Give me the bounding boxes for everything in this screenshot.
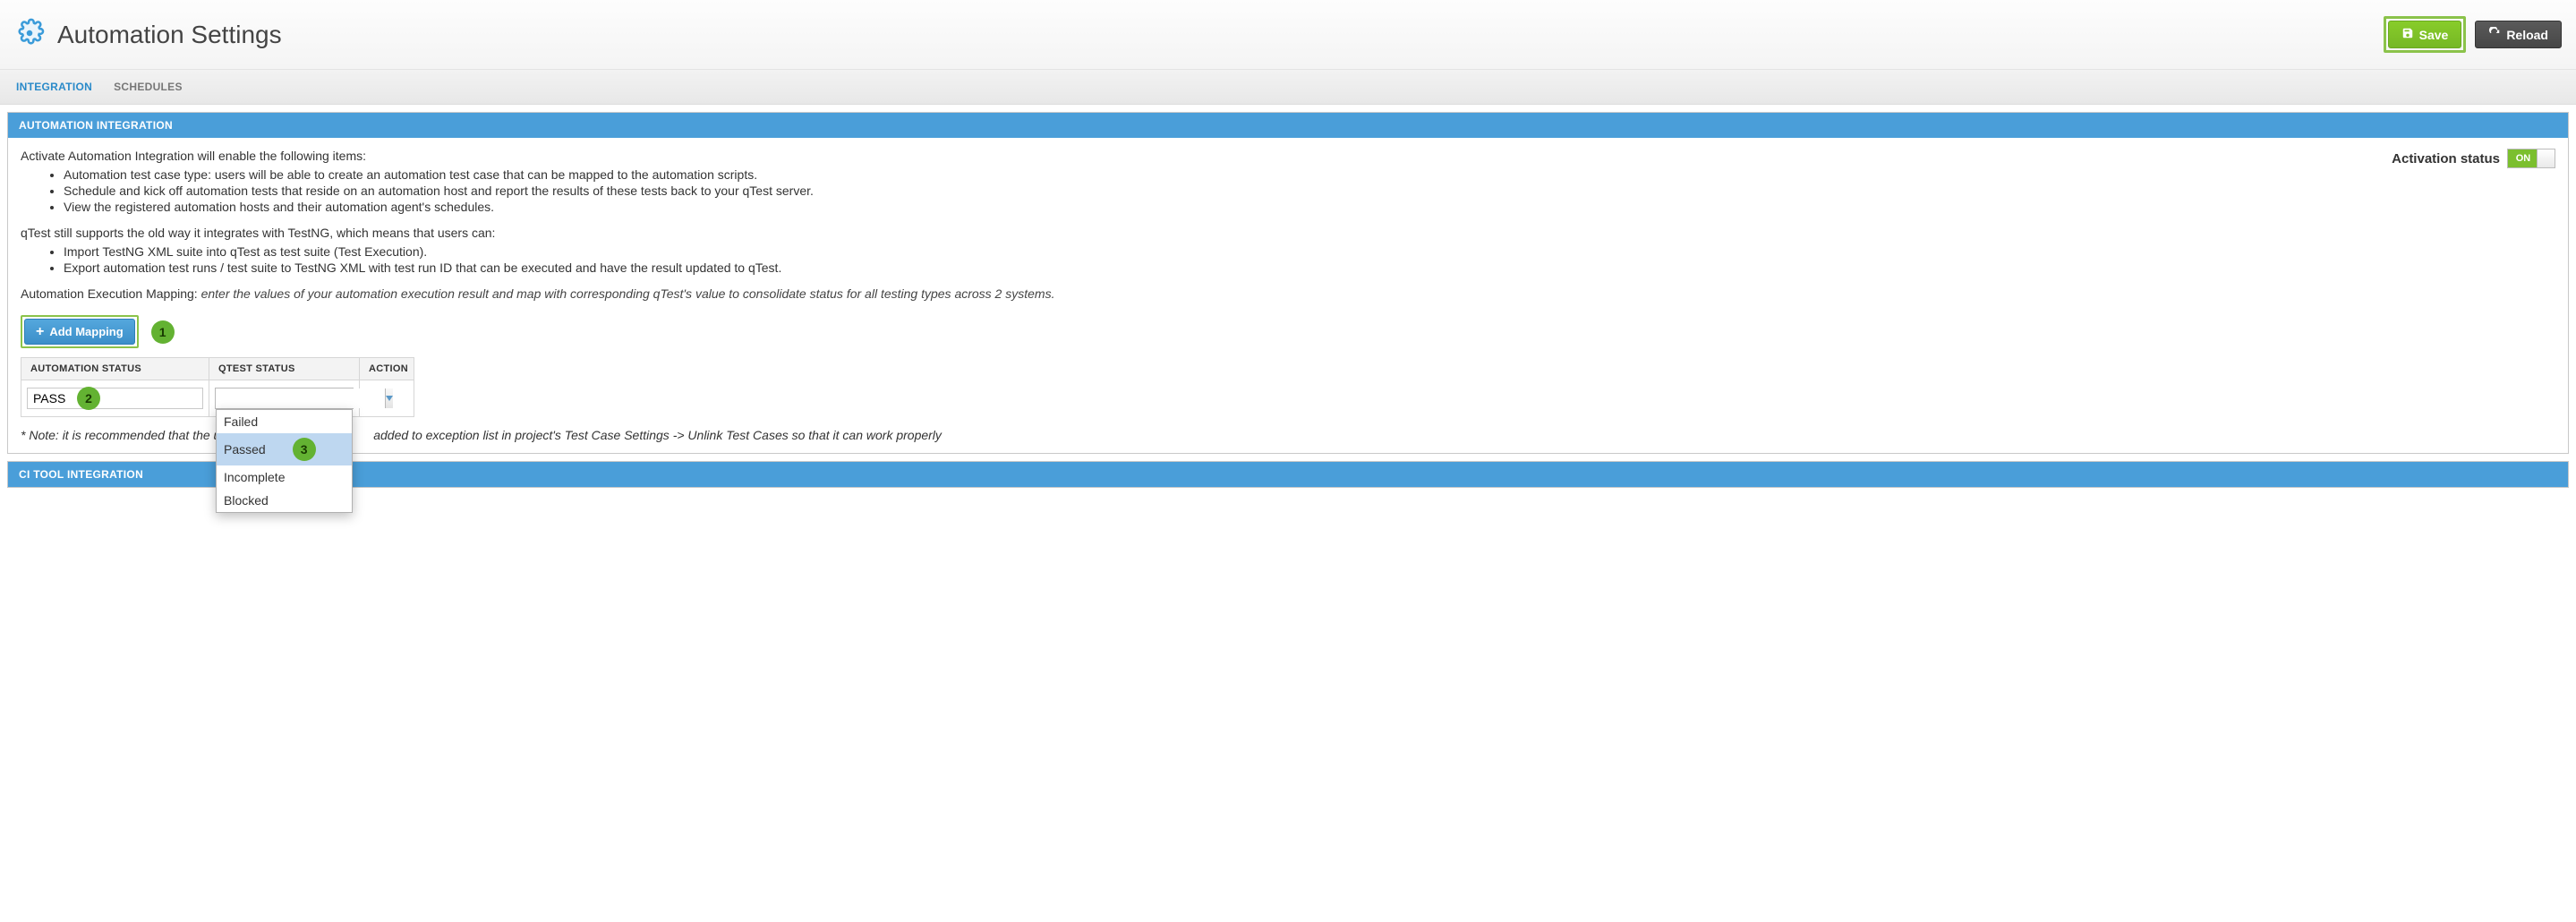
dropdown-option-blocked[interactable]: Blocked xyxy=(217,489,352,512)
mapping-table: AUTOMATION STATUS QTEST STATUS ACTION 2 xyxy=(21,357,414,417)
page-title: Automation Settings xyxy=(57,21,282,49)
mapping-table-row: 2 xyxy=(21,380,414,416)
reload-button[interactable]: Reload xyxy=(2475,21,2562,48)
qtest-status-dropdown: Failed Passed 3 Incomplete xyxy=(216,409,353,513)
toggle-on-label: ON xyxy=(2508,149,2538,167)
intro-line: Activate Automation Integration will ena… xyxy=(21,149,2374,163)
mapping-label: Automation Execution Mapping: xyxy=(21,286,198,301)
cell-automation-status: 2 xyxy=(21,380,209,416)
chevron-down-icon xyxy=(386,396,393,401)
mapping-label-row: Automation Execution Mapping: enter the … xyxy=(21,286,2374,301)
save-button-label: Save xyxy=(2419,28,2449,42)
save-icon xyxy=(2401,27,2419,42)
callout-1: 1 xyxy=(151,320,175,344)
note: * Note: it is recommended that the us ad… xyxy=(21,428,2555,442)
col-header-automation-status: AUTOMATION STATUS xyxy=(21,358,209,380)
content: AUTOMATION INTEGRATION Activate Automati… xyxy=(0,105,2576,502)
header-left: Automation Settings xyxy=(14,18,282,51)
list-item: View the registered automation hosts and… xyxy=(64,199,2374,215)
intro-text: Activate Automation Integration will ena… xyxy=(21,149,2374,304)
mapping-table-head: AUTOMATION STATUS QTEST STATUS ACTION xyxy=(21,358,414,380)
activation-status: Activation status ON xyxy=(2374,149,2555,168)
add-mapping-button[interactable]: + Add Mapping xyxy=(24,319,135,345)
cell-qtest-status: Failed Passed 3 Incomplete xyxy=(209,380,360,416)
automation-panel-body: Activate Automation Integration will ena… xyxy=(8,138,2568,453)
ci-tool-integration-panel: CI TOOL INTEGRATION xyxy=(7,461,2569,488)
dropdown-option-incomplete[interactable]: Incomplete xyxy=(217,465,352,489)
list-item: Automation test case type: users will be… xyxy=(64,166,2374,183)
note-pre: * Note: it is recommended that the us xyxy=(21,428,226,442)
dropdown-option-label: Incomplete xyxy=(224,470,285,484)
callout-3: 3 xyxy=(293,438,316,461)
dropdown-option-label: Blocked xyxy=(224,493,269,508)
dropdown-option-failed[interactable]: Failed xyxy=(217,410,352,433)
automation-status-input[interactable] xyxy=(27,388,203,409)
automation-panel-title: AUTOMATION INTEGRATION xyxy=(8,113,2568,138)
activation-label: Activation status xyxy=(2392,151,2500,166)
list-item: Schedule and kick off automation tests t… xyxy=(64,183,2374,199)
add-mapping-row: + Add Mapping 1 xyxy=(21,315,2555,348)
list-item: Import TestNG XML suite into qTest as te… xyxy=(64,243,2374,260)
tab-integration[interactable]: INTEGRATION xyxy=(16,70,92,104)
qtest-status-combo[interactable]: Failed Passed 3 Incomplete xyxy=(215,388,354,409)
qtest-status-dropdown-button[interactable] xyxy=(385,388,393,408)
intro-bullets-2: Import TestNG XML suite into qTest as te… xyxy=(21,243,2374,276)
tab-schedules[interactable]: SCHEDULES xyxy=(114,70,183,104)
tabs: INTEGRATION SCHEDULES xyxy=(0,70,2576,105)
col-header-action: ACTION xyxy=(360,358,414,380)
reload-icon xyxy=(2488,27,2506,42)
add-mapping-highlight: + Add Mapping xyxy=(21,315,139,348)
callout-2: 2 xyxy=(77,387,100,410)
save-button-highlight: Save xyxy=(2384,16,2467,53)
header-buttons: Save Reload xyxy=(2384,16,2562,53)
intro-row: Activate Automation Integration will ena… xyxy=(21,149,2555,304)
list-item: Export automation test runs / test suite… xyxy=(64,260,2374,276)
col-header-qtest-status: QTEST STATUS xyxy=(209,358,360,380)
intro-line-2: qTest still supports the old way it inte… xyxy=(21,226,2374,240)
qtest-status-input[interactable] xyxy=(216,388,385,408)
dropdown-option-passed[interactable]: Passed 3 xyxy=(217,433,352,465)
toggle-knob xyxy=(2537,149,2555,167)
page-header: Automation Settings Save Reload xyxy=(0,0,2576,70)
note-post: added to exception list in project's Tes… xyxy=(370,428,942,442)
gear-icon xyxy=(14,18,57,51)
add-mapping-label: Add Mapping xyxy=(49,325,123,338)
save-button[interactable]: Save xyxy=(2388,21,2462,48)
dropdown-option-label: Failed xyxy=(224,414,258,429)
reload-button-label: Reload xyxy=(2506,28,2548,42)
intro-bullets-1: Automation test case type: users will be… xyxy=(21,166,2374,215)
automation-integration-panel: AUTOMATION INTEGRATION Activate Automati… xyxy=(7,112,2569,454)
mapping-hint: enter the values of your automation exec… xyxy=(201,286,1055,301)
activation-toggle[interactable]: ON xyxy=(2507,149,2555,168)
dropdown-option-label: Passed xyxy=(224,442,266,457)
ci-panel-title: CI TOOL INTEGRATION xyxy=(8,462,2568,487)
